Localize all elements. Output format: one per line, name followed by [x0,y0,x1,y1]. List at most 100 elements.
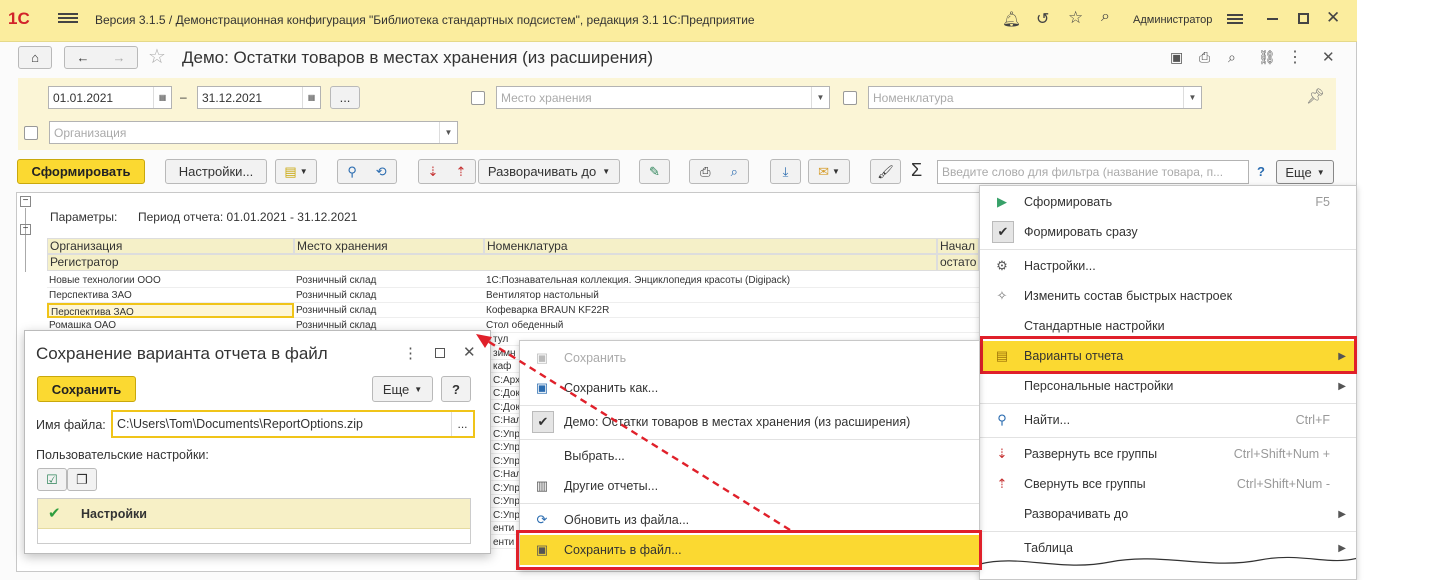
favorite-star-icon[interactable]: ☆ [148,44,166,69]
menu-item-quick-settings[interactable]: ✧ Изменить состав быстрых настроек [980,281,1356,311]
dialog-more-button[interactable]: Еще ▼ [372,376,433,402]
close-form-icon[interactable]: ✕ [1322,48,1335,66]
sum-sigma-icon[interactable]: Σ [911,160,922,181]
home-button[interactable]: ⌂ [18,46,52,69]
menu-label: Сформировать [1024,195,1113,209]
table-cell[interactable]: Кофеварка BRAUN KF22R [484,303,937,318]
user-settings-label: Пользовательские настройки: [36,448,209,462]
calendar-icon[interactable]: ▦ [302,87,320,108]
preview-icon[interactable]: ⌕ [1228,49,1236,66]
table-cell[interactable]: Перспектива ЗАО [47,303,294,318]
expand-to-button[interactable]: Разворачивать до ▼ [478,159,620,184]
table-cell[interactable]: Розничный склад [294,288,484,303]
chevron-down-icon[interactable]: ▼ [439,122,457,143]
minimize-icon[interactable] [1267,18,1278,20]
table-cell[interactable]: Розничный склад [294,303,484,318]
storage-field[interactable]: Место хранения ▼ [496,86,830,109]
print-preview-icon[interactable]: ⌕ [731,164,738,180]
table-cell[interactable] [937,273,979,288]
forward-arrow-icon[interactable]: → [113,50,126,65]
table-cell[interactable]: Розничный склад [294,273,484,288]
more-dots-icon[interactable]: ⋮ [1287,47,1303,67]
settings-button[interactable]: Настройки... [165,159,267,184]
user-name[interactable]: Администратор [1133,14,1212,26]
appearance-button[interactable]: 🖌︎ [870,159,901,184]
expand-groups-icon[interactable]: ⇣ [428,164,439,180]
edit-button[interactable]: ✎ [639,159,670,184]
nav-back-forward[interactable]: ← → [64,46,138,69]
table-cell[interactable]: Новые технологии ООО [47,273,294,288]
organization-field[interactable]: Организация ▼ [49,121,458,144]
date-dash: – [180,90,187,104]
storage-checkbox[interactable] [471,91,485,105]
find-next-icon[interactable]: ⟲ [376,164,387,180]
find-icon[interactable]: ⚲ [347,164,357,180]
calendar-icon[interactable]: ▦ [153,87,171,108]
menu-item-collapse-all[interactable]: ⇡ Свернуть все группы Ctrl+Shift+Num - [980,469,1356,499]
print-buttons[interactable]: ⎙ ⌕ [689,159,749,184]
nomenclature-field[interactable]: Номенклатура ▼ [868,86,1202,109]
date-to-field[interactable]: 31.12.2021 ▦ [197,86,321,109]
history-icon[interactable]: ↺ [1036,9,1049,29]
menu-item-personal-settings[interactable]: Персональные настройки ▶ [980,371,1356,401]
dialog-help-button[interactable]: ? [441,376,471,402]
maximize-icon[interactable] [435,348,445,358]
menu-item-generate[interactable]: ▶ Сформировать F5 [980,187,1356,217]
date-from-field[interactable]: 01.01.2021 ▦ [48,86,172,109]
check-all-button[interactable]: ☑ [37,468,67,491]
download-button[interactable]: ⤓ [770,159,801,184]
search-buttons[interactable]: ⚲ ⟲ [337,159,397,184]
hamburger-menu-icon[interactable] [58,11,78,27]
chevron-down-icon[interactable]: ▼ [811,87,829,108]
table-cell[interactable] [937,288,979,303]
table-cell[interactable]: Перспектива ЗАО [47,288,294,303]
period-select-button[interactable]: ... [330,86,360,109]
settings-menu-icon[interactable] [1227,12,1243,26]
uncheck-all-button[interactable]: ❐ [67,468,97,491]
email-dropdown-button[interactable]: ✉ ▼ [808,159,850,184]
menu-item-expand-to[interactable]: Разворачивать до ▶ [980,499,1356,529]
table-cell[interactable] [937,303,979,318]
dialog-save-button[interactable]: Сохранить [37,376,136,402]
collapse-group-icon[interactable]: − [20,224,31,235]
menu-item-expand-all[interactable]: ⇣ Развернуть все группы Ctrl+Shift+Num + [980,439,1356,469]
nomenclature-checkbox[interactable] [843,91,857,105]
settings-list[interactable]: ✔ Настройки [37,498,471,544]
search-filter-input[interactable]: Введите слово для фильтра (название това… [937,160,1249,184]
close-icon[interactable]: ✕ [1326,8,1340,28]
print-icon[interactable]: ⎙ [1199,49,1210,66]
table-cell[interactable]: 1С:Познавательная коллекция. Энциклопеди… [484,273,937,288]
file-name-input[interactable]: C:\Users\Tom\Documents\ReportOptions.zip… [111,410,475,438]
back-arrow-icon[interactable]: ← [77,50,90,65]
expand-collapse-buttons[interactable]: ⇣ ⇡ [418,159,476,184]
menu-item-settings[interactable]: ⚙ Настройки... [980,251,1356,281]
table-cell[interactable] [937,318,979,333]
group-line [25,208,26,272]
save-icon[interactable]: ▣ [1170,49,1183,66]
organization-checkbox[interactable] [24,126,38,140]
more-dots-icon[interactable]: ⋮ [403,344,418,362]
collapse-group-icon[interactable]: − [20,196,31,207]
variants-dropdown-button[interactable]: ▤ ▼ [275,159,317,184]
favorites-star-icon[interactable]: ☆ [1068,8,1083,28]
menu-item-find[interactable]: ⚲ Найти... Ctrl+F [980,405,1356,435]
collapse-icon: ⇡ [996,476,1008,491]
maximize-icon[interactable] [1298,13,1309,24]
pin-icon[interactable]: 📌︎ [1306,87,1325,105]
help-icon[interactable]: ? [1257,164,1265,179]
bell-icon[interactable]: 🔔︎ [1002,10,1021,28]
list-item[interactable]: ✔ Настройки [38,499,470,529]
more-button[interactable]: Еще ▼ [1276,160,1334,184]
link-icon[interactable]: ⛓ [1258,49,1276,66]
menu-separator [980,437,1356,438]
search-icon[interactable]: ⌕ [1101,8,1110,26]
more-label: Еще [382,381,410,397]
print-icon[interactable]: ⎙ [700,164,710,180]
nomenclature-placeholder: Номенклатура [873,90,954,105]
generate-button[interactable]: Сформировать [17,159,145,184]
chevron-down-icon[interactable]: ▼ [1183,87,1201,108]
table-cell[interactable]: Вентилятор настольный [484,288,937,303]
checkmark-icon[interactable]: ✔ [48,504,61,522]
menu-item-auto-generate[interactable]: ✔ Формировать сразу [980,217,1356,247]
collapse-groups-icon[interactable]: ⇡ [456,164,467,180]
